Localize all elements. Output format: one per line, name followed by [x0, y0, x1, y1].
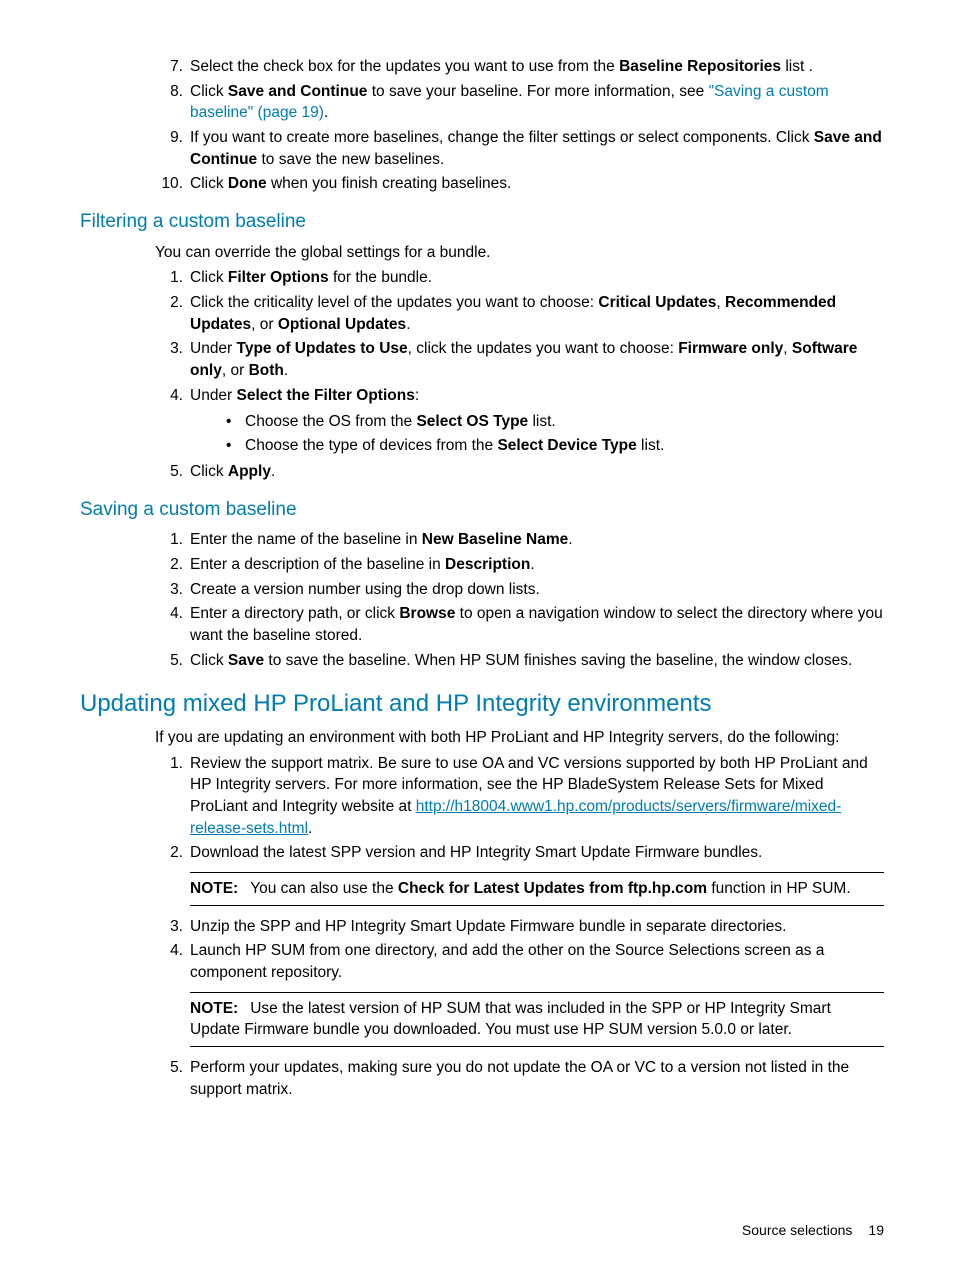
filtering-steps: 1.Click Filter Options for the bundle. 2… — [80, 267, 884, 482]
save-step-5: 5.Click Save to save the baseline. When … — [155, 650, 884, 672]
filter-step-4: 4.Under Select the Filter Options: Choos… — [155, 385, 884, 457]
filter-sub-1: Choose the OS from the Select OS Type li… — [220, 411, 884, 433]
filter-step-4-sub: Choose the OS from the Select OS Type li… — [190, 411, 884, 457]
update-step-1: 1.Review the support matrix. Be sure to … — [155, 753, 884, 840]
note-1: NOTE:You can also use the Check for Late… — [190, 872, 884, 906]
step-9: 9.If you want to create more baselines, … — [155, 127, 884, 170]
saving-steps: 1.Enter the name of the baseline in New … — [80, 529, 884, 671]
save-step-2: 2.Enter a description of the baseline in… — [155, 554, 884, 576]
updating-intro: If you are updating an environment with … — [155, 727, 884, 749]
updating-steps: 1.Review the support matrix. Be sure to … — [80, 753, 884, 1101]
footer-section: Source selections — [742, 1222, 853, 1238]
page-footer: Source selections 19 — [742, 1221, 884, 1241]
filter-sub-2: Choose the type of devices from the Sele… — [220, 435, 884, 457]
filtering-intro: You can override the global settings for… — [155, 242, 884, 264]
top-steps-list: 7.Select the check box for the updates y… — [80, 56, 884, 195]
update-step-2: 2.Download the latest SPP version and HP… — [155, 842, 884, 905]
filter-step-5: 5.Click Apply. — [155, 461, 884, 483]
save-step-4: 4.Enter a directory path, or click Brows… — [155, 603, 884, 646]
heading-updating: Updating mixed HP ProLiant and HP Integr… — [80, 687, 884, 721]
save-step-1: 1.Enter the name of the baseline in New … — [155, 529, 884, 551]
heading-saving: Saving a custom baseline — [80, 497, 884, 524]
save-step-3: 3.Create a version number using the drop… — [155, 579, 884, 601]
heading-filtering: Filtering a custom baseline — [80, 209, 884, 236]
update-step-5: 5.Perform your updates, making sure you … — [155, 1057, 884, 1100]
document-page: 7.Select the check box for the updates y… — [0, 0, 954, 1271]
filter-step-1: 1.Click Filter Options for the bundle. — [155, 267, 884, 289]
footer-page-number: 19 — [868, 1222, 884, 1238]
update-step-3: 3.Unzip the SPP and HP Integrity Smart U… — [155, 916, 884, 938]
note-2: NOTE:Use the latest version of HP SUM th… — [190, 992, 884, 1047]
step-8: 8.Click Save and Continue to save your b… — [155, 81, 884, 124]
filter-step-2: 2.Click the criticality level of the upd… — [155, 292, 884, 335]
step-7: 7.Select the check box for the updates y… — [155, 56, 884, 78]
step-10: 10.Click Done when you finish creating b… — [155, 173, 884, 195]
update-step-4: 4.Launch HP SUM from one directory, and … — [155, 940, 884, 1047]
filter-step-3: 3.Under Type of Updates to Use, click th… — [155, 338, 884, 381]
